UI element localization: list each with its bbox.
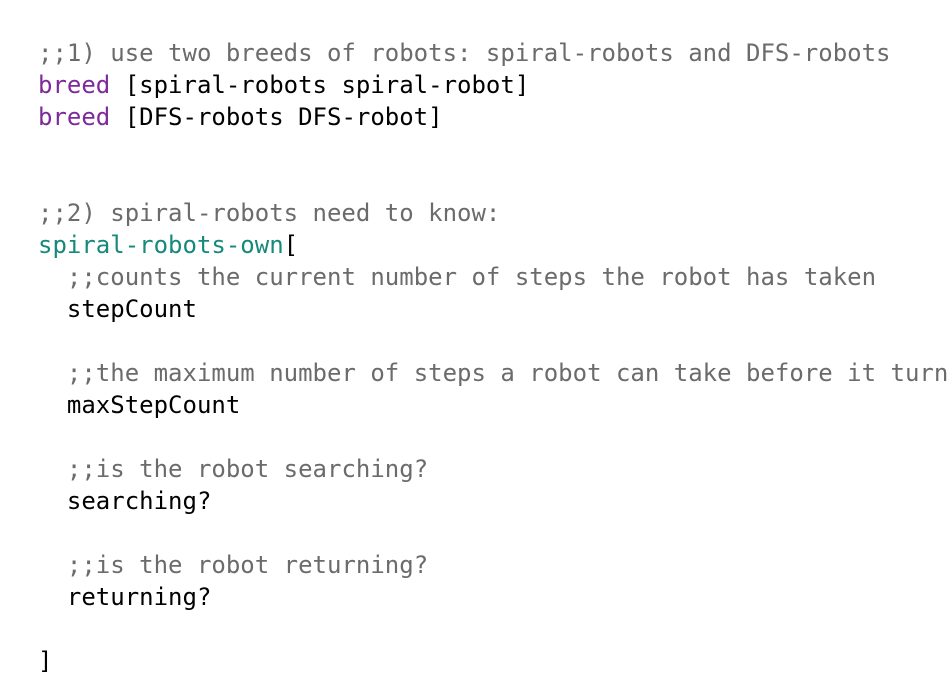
code-line: breed [DFS-robots DFS-robot]	[38, 101, 950, 133]
code-token-comment: ;;counts the current number of steps the…	[66, 263, 877, 291]
code-token-plain: maxStepCount	[66, 391, 241, 419]
code-line: ;;1) use two breeds of robots: spiral-ro…	[38, 37, 950, 69]
code-line: ;;the maximum number of steps a robot ca…	[38, 357, 950, 389]
code-token-comment: ;;2) spiral-robots need to know:	[38, 199, 501, 227]
code-token-plain: searching?	[66, 487, 212, 515]
code-token-comment: ;;1) use two breeds of robots: spiral-ro…	[38, 39, 891, 67]
code-token-owns: spiral-robots-own	[38, 231, 284, 259]
code-token-plain: ]	[38, 647, 53, 675]
code-token-comment: ;;the maximum number of steps a robot ca…	[66, 359, 950, 387]
code-token-plain: [DFS-robots DFS-robot]	[110, 103, 443, 131]
code-editor[interactable]: ;;1) use two breeds of robots: spiral-ro…	[38, 37, 950, 677]
code-token-comment: ;;is the robot searching?	[66, 455, 429, 483]
code-line: ;;counts the current number of steps the…	[38, 261, 950, 293]
code-line: spiral-robots-own[	[38, 229, 950, 261]
code-line: returning?	[38, 581, 950, 613]
code-line: ;;is the robot returning?	[38, 549, 950, 581]
code-token-plain: [	[283, 231, 299, 259]
code-token-plain: returning?	[66, 583, 212, 611]
code-line: ;;2) spiral-robots need to know:	[38, 197, 950, 229]
code-token-plain: stepCount	[66, 295, 197, 323]
code-token-comment: ;;is the robot returning?	[66, 551, 429, 579]
code-line: breed [spiral-robots spiral-robot]	[38, 69, 950, 101]
code-line: ;;is the robot searching?	[38, 453, 950, 485]
code-token-plain: [spiral-robots spiral-robot]	[110, 71, 530, 99]
code-line: maxStepCount	[38, 389, 950, 421]
code-line: ]	[38, 645, 950, 677]
code-token-keyword: breed	[38, 103, 111, 131]
code-line: searching?	[38, 485, 950, 517]
code-token-keyword: breed	[38, 71, 111, 99]
code-line: stepCount	[38, 293, 950, 325]
